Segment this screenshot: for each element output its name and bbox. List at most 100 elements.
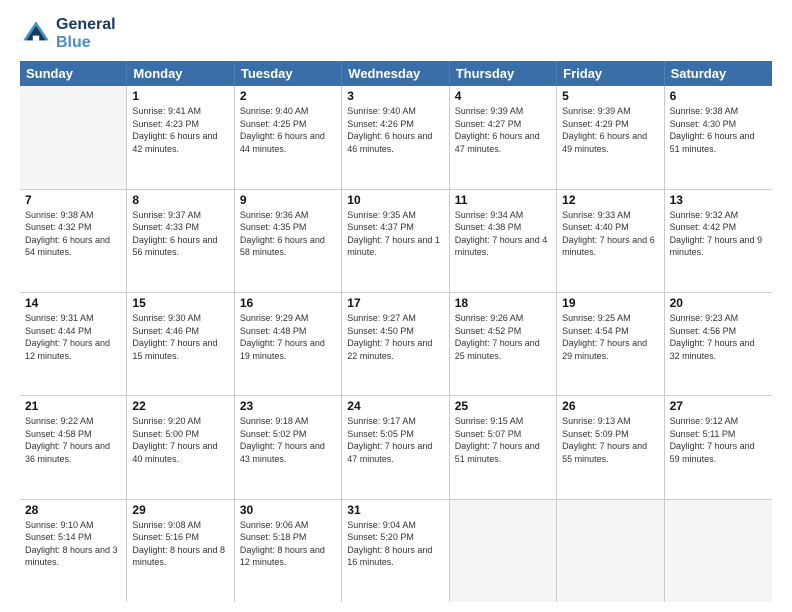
cell-info: Sunrise: 9:34 AMSunset: 4:38 PMDaylight:…	[455, 209, 551, 259]
day-number: 14	[25, 296, 121, 310]
day-number: 24	[347, 399, 443, 413]
day-cell-22: 22 Sunrise: 9:20 AMSunset: 5:00 PMDayligh…	[127, 396, 234, 498]
logo: General Blue	[20, 16, 116, 51]
day-number: 26	[562, 399, 658, 413]
cell-info: Sunrise: 9:39 AMSunset: 4:27 PMDaylight:…	[455, 105, 551, 155]
cell-info: Sunrise: 9:41 AMSunset: 4:23 PMDaylight:…	[132, 105, 228, 155]
day-cell-18: 18Sunrise: 9:26 AMSunset: 4:52 PMDayligh…	[450, 293, 557, 395]
cell-info: Sunrise: 9:40 AMSunset: 4:25 PMDaylight:…	[240, 105, 336, 155]
calendar-row-3: 14 Sunrise: 9:31 AMSunset: 4:44 PMDayligh…	[20, 293, 772, 396]
day-cell-13: 13 Sunrise: 9:32 AMSunset: 4:42 PMDayligh…	[665, 190, 772, 292]
calendar-row-5: 28 Sunrise: 9:10 AMSunset: 5:14 PMDayligh…	[20, 500, 772, 602]
cell-info: Sunrise: 9:33 AMSunset: 4:40 PMDaylight:…	[562, 209, 658, 259]
day-number: 5	[562, 89, 658, 103]
day-number: 28	[25, 503, 121, 517]
cell-info: Sunrise: 9:32 AMSunset: 4:42 PMDaylight:…	[670, 209, 767, 259]
day-number: 4	[455, 89, 551, 103]
cell-info: Sunrise: 9:31 AMSunset: 4:44 PMDaylight:…	[25, 312, 121, 362]
cell-info: Sunrise: 9:37 AMSunset: 4:33 PMDaylight:…	[132, 209, 228, 259]
day-number: 16	[240, 296, 336, 310]
day-cell-11: 11 Sunrise: 9:34 AMSunset: 4:38 PMDayligh…	[450, 190, 557, 292]
day-number: 27	[670, 399, 767, 413]
day-cell-10: 10Sunrise: 9:35 AMSunset: 4:37 PMDayligh…	[342, 190, 449, 292]
calendar-row-2: 7 Sunrise: 9:38 AMSunset: 4:32 PMDaylight…	[20, 190, 772, 293]
cell-info: Sunrise: 9:25 AMSunset: 4:54 PMDaylight:…	[562, 312, 658, 362]
day-cell-17: 17Sunrise: 9:27 AMSunset: 4:50 PMDayligh…	[342, 293, 449, 395]
empty-cell	[20, 86, 127, 188]
cell-info: Sunrise: 9:29 AMSunset: 4:48 PMDaylight:…	[240, 312, 336, 362]
day-number: 19	[562, 296, 658, 310]
day-number: 22	[132, 399, 228, 413]
day-cell-23: 23Sunrise: 9:18 AMSunset: 5:02 PMDayligh…	[235, 396, 342, 498]
cell-info: Sunrise: 9:38 AMSunset: 4:32 PMDaylight:…	[25, 209, 121, 259]
day-cell-19: 19 Sunrise: 9:25 AMSunset: 4:54 PMDayligh…	[557, 293, 664, 395]
day-cell-6: 6Sunrise: 9:38 AMSunset: 4:30 PMDaylight…	[665, 86, 772, 188]
day-cell-5: 5 Sunrise: 9:39 AMSunset: 4:29 PMDaylight…	[557, 86, 664, 188]
empty-cell	[450, 500, 557, 602]
cell-info: Sunrise: 9:30 AMSunset: 4:46 PMDaylight:…	[132, 312, 228, 362]
cell-info: Sunrise: 9:15 AMSunset: 5:07 PMDaylight:…	[455, 415, 551, 465]
day-number: 6	[670, 89, 767, 103]
cell-info: Sunrise: 9:20 AMSunset: 5:00 PMDaylight:…	[132, 415, 228, 465]
cell-info: Sunrise: 9:18 AMSunset: 5:02 PMDaylight:…	[240, 415, 336, 465]
day-cell-28: 28 Sunrise: 9:10 AMSunset: 5:14 PMDayligh…	[20, 500, 127, 602]
day-number: 21	[25, 399, 121, 413]
day-number: 31	[347, 503, 443, 517]
day-cell-7: 7 Sunrise: 9:38 AMSunset: 4:32 PMDaylight…	[20, 190, 127, 292]
logo-text: General Blue	[56, 16, 116, 51]
day-cell-4: 4 Sunrise: 9:39 AMSunset: 4:27 PMDaylight…	[450, 86, 557, 188]
day-cell-24: 24Sunrise: 9:17 AMSunset: 5:05 PMDayligh…	[342, 396, 449, 498]
day-header-friday: Friday	[557, 61, 664, 86]
day-cell-1: 1 Sunrise: 9:41 AMSunset: 4:23 PMDaylight…	[127, 86, 234, 188]
day-number: 9	[240, 193, 336, 207]
day-cell-20: 20 Sunrise: 9:23 AMSunset: 4:56 PMDayligh…	[665, 293, 772, 395]
cell-info: Sunrise: 9:22 AMSunset: 4:58 PMDaylight:…	[25, 415, 121, 465]
day-cell-30: 30 Sunrise: 9:06 AMSunset: 5:18 PMDayligh…	[235, 500, 342, 602]
day-cell-26: 26Sunrise: 9:13 AMSunset: 5:09 PMDayligh…	[557, 396, 664, 498]
day-number: 12	[562, 193, 658, 207]
cell-info: Sunrise: 9:06 AMSunset: 5:18 PMDaylight:…	[240, 519, 336, 569]
day-number: 8	[132, 193, 228, 207]
day-cell-14: 14 Sunrise: 9:31 AMSunset: 4:44 PMDayligh…	[20, 293, 127, 395]
day-number: 11	[455, 193, 551, 207]
day-number: 10	[347, 193, 443, 207]
day-number: 29	[132, 503, 228, 517]
day-cell-2: 2 Sunrise: 9:40 AMSunset: 4:25 PMDaylight…	[235, 86, 342, 188]
day-cell-31: 31Sunrise: 9:04 AMSunset: 5:20 PMDayligh…	[342, 500, 449, 602]
day-header-monday: Monday	[127, 61, 234, 86]
day-number: 7	[25, 193, 121, 207]
empty-cell	[665, 500, 772, 602]
calendar: SundayMondayTuesdayWednesdayThursdayFrid…	[20, 61, 772, 602]
day-cell-15: 15 Sunrise: 9:30 AMSunset: 4:46 PMDayligh…	[127, 293, 234, 395]
day-header-sunday: Sunday	[20, 61, 127, 86]
page: General Blue SundayMondayTuesdayWednesda…	[0, 0, 792, 612]
day-cell-9: 9 Sunrise: 9:36 AMSunset: 4:35 PMDaylight…	[235, 190, 342, 292]
day-number: 1	[132, 89, 228, 103]
cell-info: Sunrise: 9:39 AMSunset: 4:29 PMDaylight:…	[562, 105, 658, 155]
day-header-tuesday: Tuesday	[235, 61, 342, 86]
day-number: 13	[670, 193, 767, 207]
calendar-header: SundayMondayTuesdayWednesdayThursdayFrid…	[20, 61, 772, 86]
day-cell-12: 12 Sunrise: 9:33 AMSunset: 4:40 PMDayligh…	[557, 190, 664, 292]
day-number: 15	[132, 296, 228, 310]
cell-info: Sunrise: 9:10 AMSunset: 5:14 PMDaylight:…	[25, 519, 121, 569]
day-number: 25	[455, 399, 551, 413]
day-header-saturday: Saturday	[665, 61, 772, 86]
day-cell-21: 21 Sunrise: 9:22 AMSunset: 4:58 PMDayligh…	[20, 396, 127, 498]
header: General Blue	[20, 16, 772, 51]
cell-info: Sunrise: 9:23 AMSunset: 4:56 PMDaylight:…	[670, 312, 767, 362]
day-number: 17	[347, 296, 443, 310]
day-number: 30	[240, 503, 336, 517]
day-number: 20	[670, 296, 767, 310]
day-cell-3: 3 Sunrise: 9:40 AMSunset: 4:26 PMDaylight…	[342, 86, 449, 188]
empty-cell	[557, 500, 664, 602]
calendar-row-4: 21 Sunrise: 9:22 AMSunset: 4:58 PMDayligh…	[20, 396, 772, 499]
cell-info: Sunrise: 9:08 AMSunset: 5:16 PMDaylight:…	[132, 519, 228, 569]
cell-info: Sunrise: 9:36 AMSunset: 4:35 PMDaylight:…	[240, 209, 336, 259]
day-cell-29: 29 Sunrise: 9:08 AMSunset: 5:16 PMDayligh…	[127, 500, 234, 602]
day-cell-8: 8 Sunrise: 9:37 AMSunset: 4:33 PMDaylight…	[127, 190, 234, 292]
day-cell-16: 16 Sunrise: 9:29 AMSunset: 4:48 PMDayligh…	[235, 293, 342, 395]
day-number: 3	[347, 89, 443, 103]
day-number: 2	[240, 89, 336, 103]
cell-info: Sunrise: 9:40 AMSunset: 4:26 PMDaylight:…	[347, 105, 443, 155]
